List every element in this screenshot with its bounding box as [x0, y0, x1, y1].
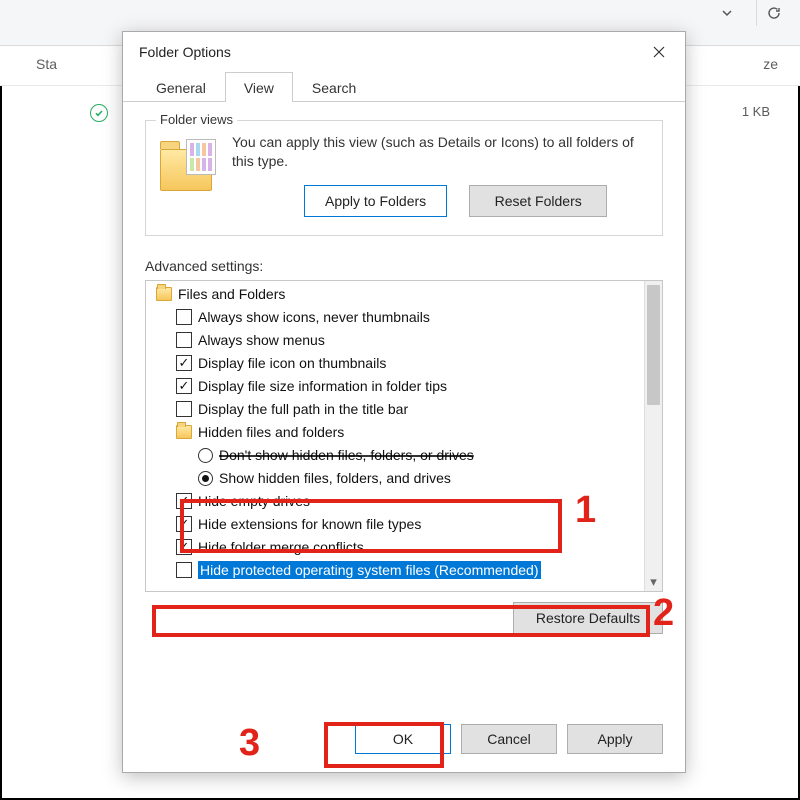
scrollbar[interactable]: ▴ ▾ [644, 281, 662, 591]
radio-show-hidden[interactable]: Show hidden files, folders, and drives [150, 467, 644, 490]
folder-icon [156, 287, 172, 301]
folder-views-groupbox: Folder views You can apply this view (su… [145, 120, 663, 236]
annotation-number-3: 3 [239, 722, 260, 765]
dialog-title: Folder Options [139, 44, 637, 60]
checkbox-display-full-path[interactable]: Display the full path in the title bar [150, 398, 644, 421]
list-header-hidden-files: Hidden files and folders [150, 421, 644, 444]
refresh-icon[interactable] [756, 0, 790, 26]
checkbox-hide-extensions[interactable]: ✓Hide extensions for known file types [150, 513, 644, 536]
file-size-cell: 1 KB [742, 104, 770, 119]
close-button[interactable] [637, 34, 681, 70]
radio-dont-show-hidden[interactable]: Don't show hidden files, folders, or dri… [150, 444, 644, 467]
advanced-settings-label: Advanced settings: [145, 258, 663, 274]
folder-views-text: You can apply this view (such as Details… [232, 133, 648, 171]
chevron-down-icon[interactable] [710, 0, 744, 26]
advanced-settings-list[interactable]: Files and Folders Always show icons, nev… [145, 280, 663, 592]
restore-defaults-button[interactable]: Restore Defaults [513, 602, 663, 634]
scroll-down-icon[interactable]: ▾ [645, 573, 662, 591]
folder-views-title: Folder views [156, 112, 237, 127]
apply-to-folders-button[interactable]: Apply to Folders [304, 185, 447, 217]
checkbox-hide-protected-os-files[interactable]: Hide protected operating system files (R… [150, 559, 644, 582]
folder-icon [160, 137, 220, 195]
column-header-fragment-left: Sta [36, 56, 57, 72]
checkbox-hide-empty-drives[interactable]: ✓Hide empty drives [150, 490, 644, 513]
tab-general[interactable]: General [137, 72, 225, 102]
folder-icon [176, 425, 192, 439]
tab-view[interactable]: View [225, 72, 293, 102]
checkbox-display-icon-thumbnails[interactable]: ✓Display file icon on thumbnails [150, 352, 644, 375]
tab-bar: General View Search [123, 72, 685, 102]
folder-options-dialog: Folder Options General View Search Folde… [122, 31, 686, 773]
checkbox-hide-merge-conflicts[interactable]: ✓Hide folder merge conflicts [150, 536, 644, 559]
cancel-button[interactable]: Cancel [461, 724, 557, 754]
tab-search[interactable]: Search [293, 72, 375, 102]
scroll-thumb[interactable] [647, 285, 660, 405]
column-header-fragment-right: ze [763, 56, 778, 72]
checkbox-always-show-icons[interactable]: Always show icons, never thumbnails [150, 306, 644, 329]
checkbox-display-size-tips[interactable]: ✓Display file size information in folder… [150, 375, 644, 398]
titlebar: Folder Options [123, 32, 685, 72]
status-check-icon [90, 104, 108, 122]
reset-folders-button[interactable]: Reset Folders [469, 185, 607, 217]
ok-button[interactable]: OK [355, 724, 451, 754]
apply-button[interactable]: Apply [567, 724, 663, 754]
list-header-files-folders: Files and Folders [150, 283, 644, 306]
checkbox-always-show-menus[interactable]: Always show menus [150, 329, 644, 352]
